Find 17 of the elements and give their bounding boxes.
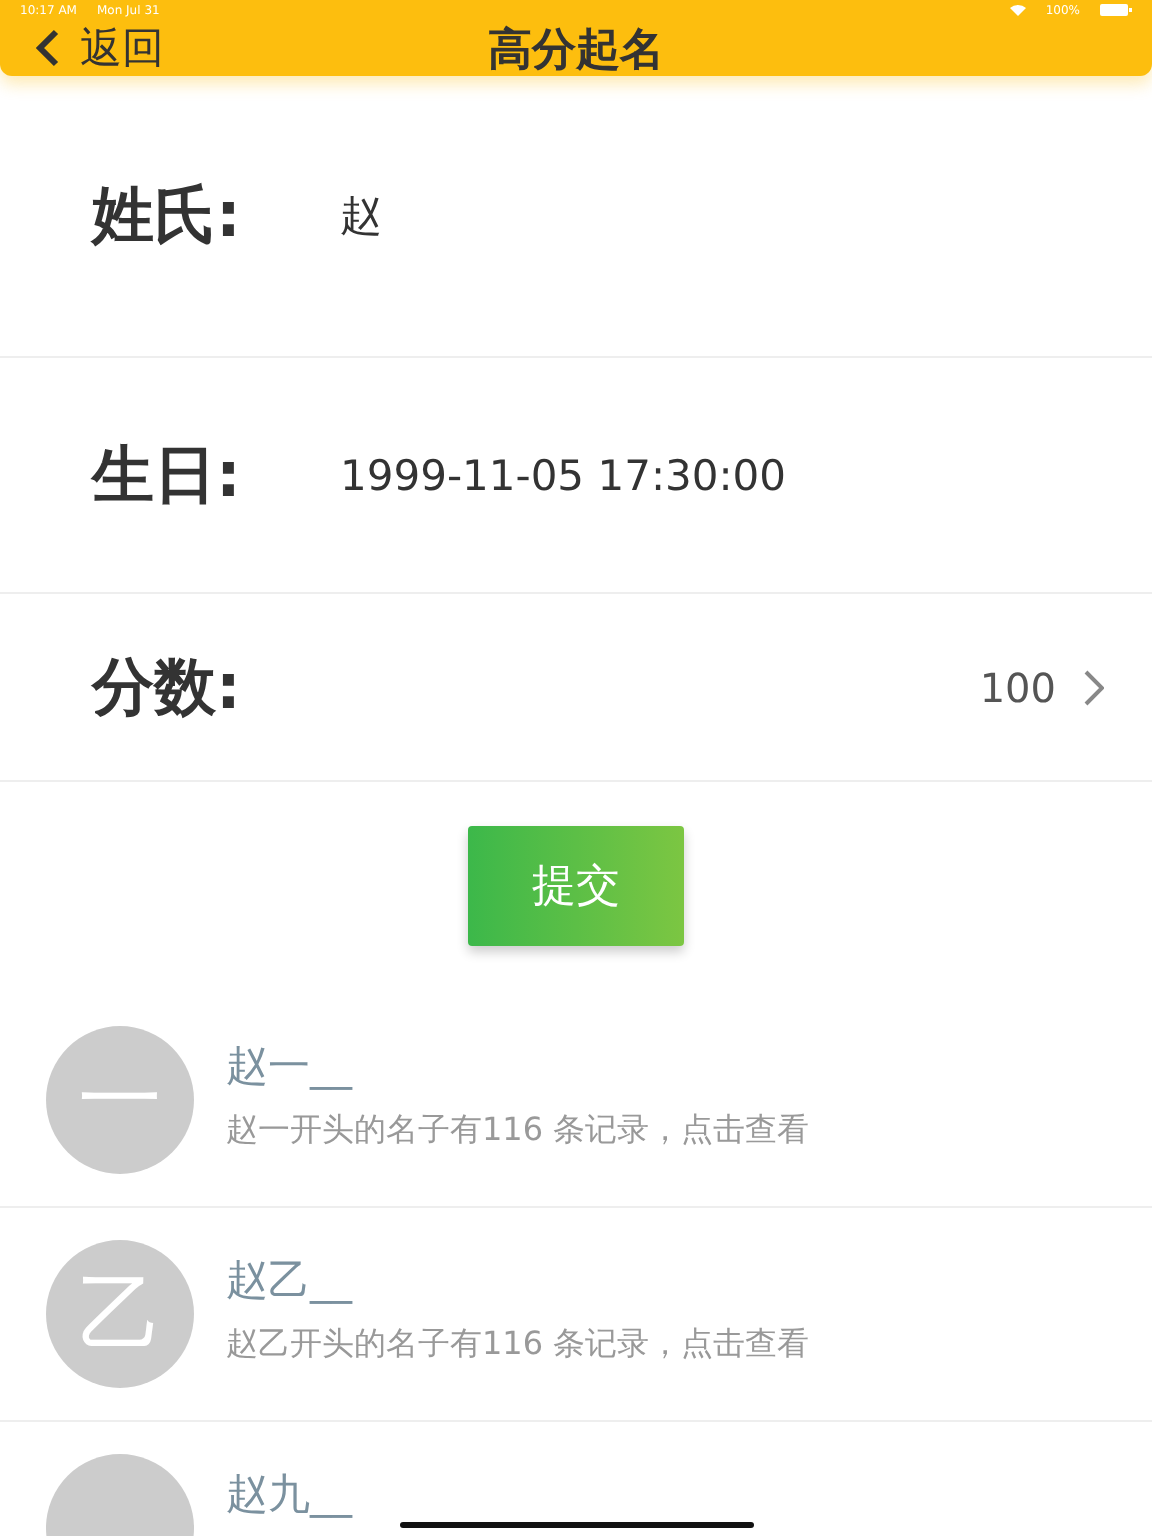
name-title: 赵九__ xyxy=(226,1468,352,1522)
back-button[interactable]: 返回 xyxy=(36,20,164,76)
name-detail: 赵乙开头的名子有116 条记录，点击查看 xyxy=(226,1324,810,1366)
field-value[interactable]: 1999-11-05 17:30:00 xyxy=(340,451,787,499)
field-label: 姓氏: xyxy=(92,178,243,256)
chevron-left-icon xyxy=(36,28,60,68)
battery-icon xyxy=(1100,4,1132,16)
field-label: 生日: xyxy=(92,437,243,515)
chevron-right-icon[interactable] xyxy=(1084,669,1104,705)
name-detail: 赵一开头的名子有116 条记录，点击查看 xyxy=(226,1110,810,1152)
name-title: 赵乙__ xyxy=(226,1254,355,1308)
field-value[interactable]: 赵 xyxy=(340,188,382,244)
wifi-icon xyxy=(1009,4,1026,16)
page-title: 高分起名 xyxy=(488,23,664,80)
field-label: 分数: xyxy=(92,649,243,727)
field-value[interactable]: 100 xyxy=(979,663,1056,711)
name-title: 赵一__ xyxy=(226,1040,355,1094)
